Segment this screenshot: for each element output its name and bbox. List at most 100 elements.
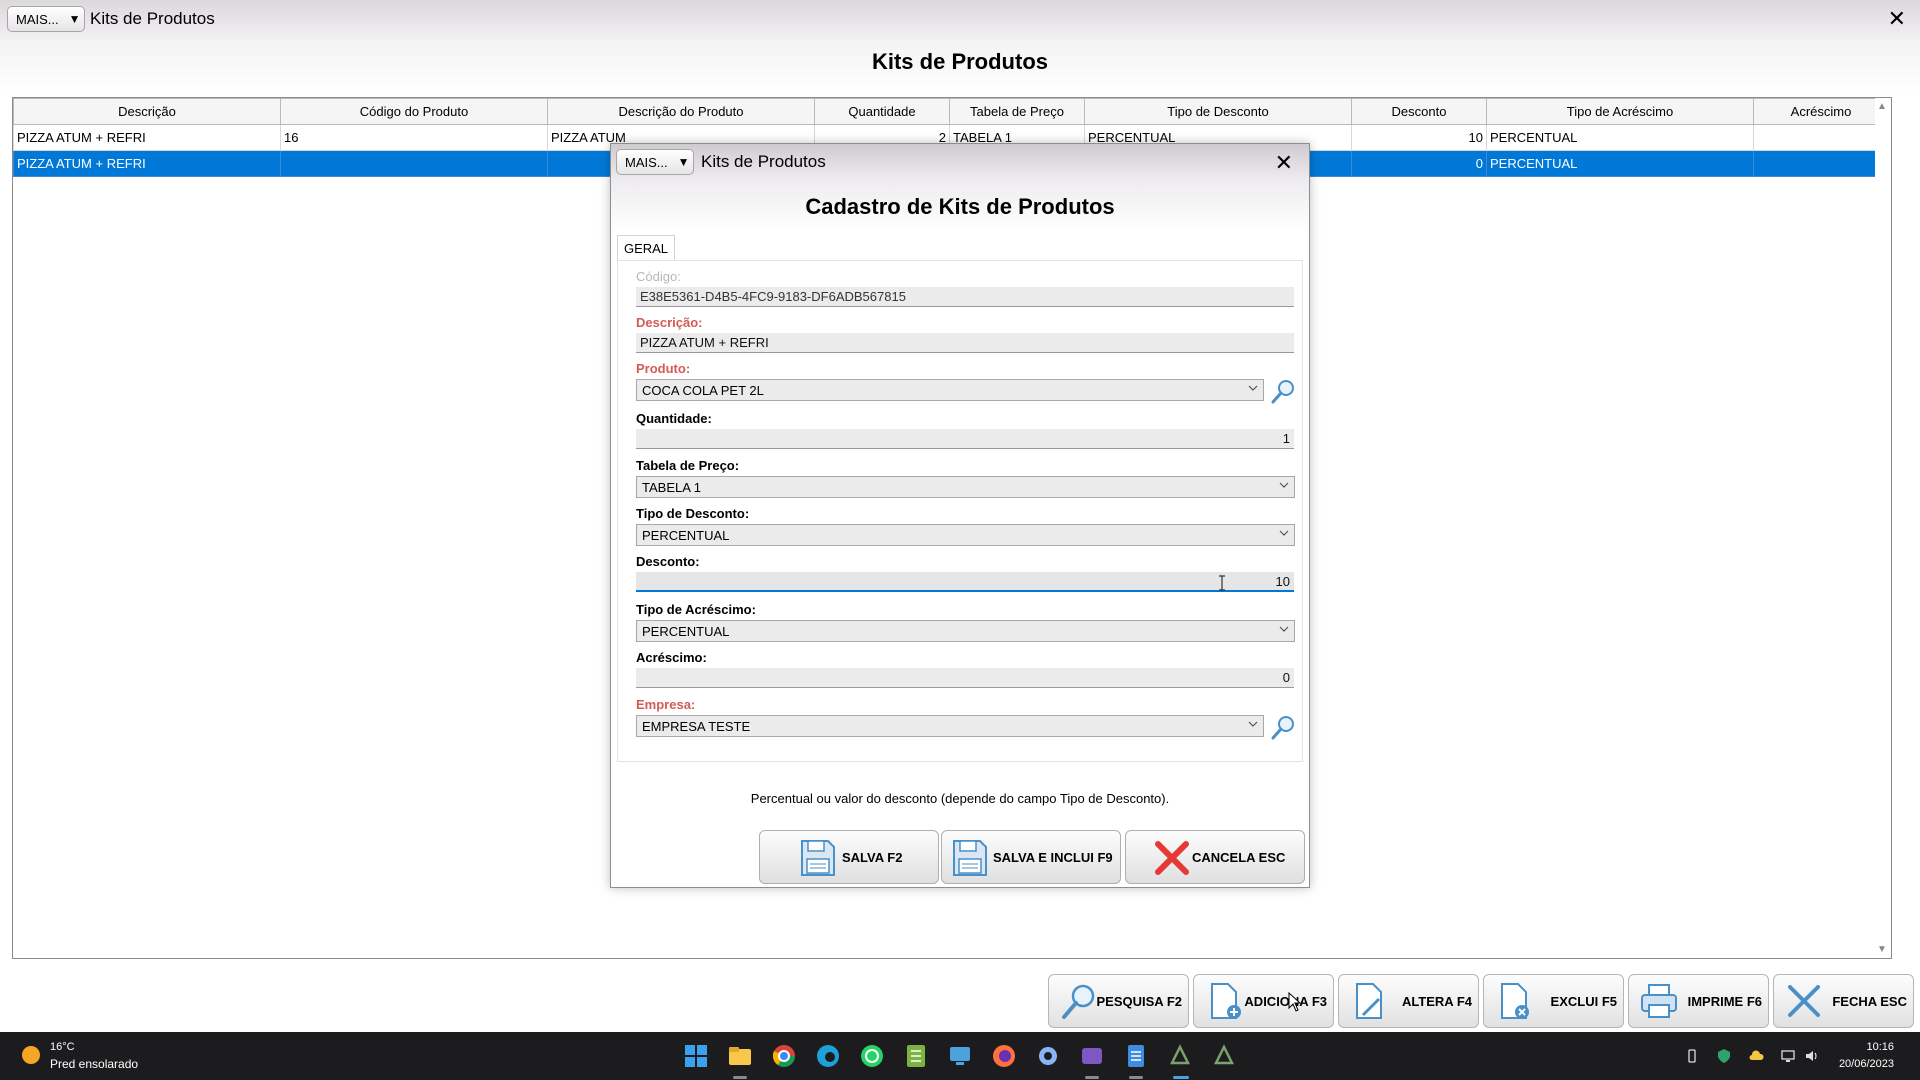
tabela-select[interactable]: TABELA 1 xyxy=(636,476,1295,498)
column-header[interactable]: Tipo de Acréscimo xyxy=(1486,98,1754,125)
empresa-value: EMPRESA TESTE xyxy=(642,719,751,734)
save-and-new-button[interactable]: SALVA E INCLUI F9 xyxy=(941,830,1121,884)
column-header[interactable]: Descrição do Produto xyxy=(547,98,815,125)
chrome-icon[interactable] xyxy=(771,1043,797,1069)
tipo-acrescimo-value: PERCENTUAL xyxy=(642,624,730,639)
table-cell: 10 xyxy=(1351,124,1487,151)
scroll-up-icon[interactable]: ▲ xyxy=(1877,101,1887,112)
add-button[interactable]: ADICIONA F3 xyxy=(1193,974,1334,1028)
weather-temperature[interactable]: 16°C xyxy=(50,1041,75,1053)
empresa-search-icon[interactable] xyxy=(1270,714,1296,740)
weather-description[interactable]: Pred ensolarado xyxy=(50,1057,138,1071)
kit-dialog: MAIS... ▼ Kits de Produtos ✕ Cadastro de… xyxy=(610,143,1310,888)
mais-menu-button[interactable]: MAIS... ▼ xyxy=(7,6,85,32)
file-explorer-icon[interactable] xyxy=(727,1043,753,1069)
volume-icon[interactable] xyxy=(1804,1048,1820,1064)
cancel-button-label: CANCELA ESC xyxy=(1192,850,1286,865)
tipo-desconto-label: Tipo de Desconto: xyxy=(636,506,750,521)
desconto-label: Desconto: xyxy=(636,554,700,569)
cancel-button[interactable]: CANCELA ESC xyxy=(1125,830,1305,884)
column-header[interactable]: Desconto xyxy=(1351,98,1487,125)
save-and-new-label: SALVA E INCLUI F9 xyxy=(993,850,1113,865)
codigo-label: Código: xyxy=(636,269,681,284)
column-header[interactable]: Tipo de Desconto xyxy=(1084,98,1352,125)
spreadsheet-app-icon[interactable] xyxy=(903,1043,929,1069)
quantidade-field[interactable]: 1 xyxy=(636,429,1294,449)
security-shield-icon[interactable] xyxy=(1716,1048,1732,1064)
descricao-label: Descrição: xyxy=(636,315,703,330)
clock-date[interactable]: 20/06/2023 xyxy=(1839,1058,1894,1070)
produto-search-icon[interactable] xyxy=(1270,378,1296,404)
cancel-x-icon xyxy=(1155,841,1189,875)
cloud-sync-icon[interactable] xyxy=(1748,1048,1764,1064)
close-button[interactable]: FECHA ESC xyxy=(1773,974,1914,1028)
usb-device-icon[interactable] xyxy=(1684,1048,1700,1064)
table-cell: PERCENTUAL xyxy=(1486,124,1754,151)
edge-icon[interactable] xyxy=(815,1043,841,1069)
settings-gear-icon[interactable] xyxy=(1035,1043,1061,1069)
save-button[interactable]: SALVA F2 xyxy=(759,830,939,884)
printer-icon xyxy=(1641,984,1677,1018)
column-header[interactable]: Tabela de Preço xyxy=(949,98,1085,125)
descricao-field[interactable]: PIZZA ATUM + REFRI xyxy=(636,333,1294,353)
weather-sun-icon[interactable] xyxy=(20,1044,42,1066)
grid-scrollbar[interactable]: ▲ ▼ xyxy=(1875,98,1891,958)
print-button[interactable]: IMPRIME F6 xyxy=(1628,974,1769,1028)
close-window-icon[interactable]: ✕ xyxy=(1888,8,1906,30)
notepad-icon[interactable] xyxy=(1123,1043,1149,1069)
search-button[interactable]: PESQUISA F2 xyxy=(1048,974,1189,1028)
start-windows-icon[interactable] xyxy=(683,1043,709,1069)
clock-time[interactable]: 10:16 xyxy=(1866,1041,1894,1053)
tipo-acrescimo-label: Tipo de Acréscimo: xyxy=(636,602,756,617)
active-indicator xyxy=(1173,1076,1189,1079)
chevron-down-icon xyxy=(1248,385,1258,391)
table-cell: PIZZA ATUM + REFRI xyxy=(13,124,281,151)
tipo-desconto-value: PERCENTUAL xyxy=(642,528,730,543)
produto-value: COCA COLA PET 2L xyxy=(642,383,764,398)
tab-geral[interactable]: GERAL xyxy=(617,235,675,261)
running-indicator xyxy=(1129,1076,1143,1079)
codigo-field[interactable]: E38E5361-D4B5-4FC9-9183-DF6ADB567815 xyxy=(636,287,1294,307)
produto-label: Produto: xyxy=(636,361,691,376)
scroll-down-icon[interactable]: ▼ xyxy=(1877,944,1887,955)
delete-button[interactable]: EXCLUI F5 xyxy=(1483,974,1624,1028)
tipo-desconto-select[interactable]: PERCENTUAL xyxy=(636,524,1295,546)
table-cell xyxy=(280,150,548,177)
table-cell: PIZZA ATUM + REFRI xyxy=(13,150,281,177)
field-hint: Percentual ou valor do desconto (depende… xyxy=(750,791,1170,806)
erp-app-icon[interactable] xyxy=(1211,1043,1237,1069)
tabela-label: Tabela de Preço: xyxy=(636,458,740,473)
remote-desktop-icon[interactable] xyxy=(947,1043,973,1069)
column-header[interactable]: Acréscimo xyxy=(1753,98,1889,125)
dialog-title: Kits de Produtos xyxy=(701,152,826,171)
acrescimo-field[interactable]: 0 xyxy=(636,668,1294,688)
table-cell: 16 xyxy=(280,124,548,151)
window-title: Kits de Produtos xyxy=(90,9,215,28)
dialog-close-icon[interactable]: ✕ xyxy=(1275,152,1293,174)
table-cell: 0 xyxy=(1753,124,1889,151)
delete-button-label: EXCLUI F5 xyxy=(1550,993,1617,1009)
print-button-label: IMPRIME F6 xyxy=(1687,993,1762,1009)
edit-button[interactable]: ALTERA F4 xyxy=(1338,974,1479,1028)
chevron-down-icon xyxy=(1279,626,1289,632)
empresa-select[interactable]: EMPRESA TESTE xyxy=(636,715,1264,737)
produto-select[interactable]: COCA COLA PET 2L xyxy=(636,379,1264,401)
tipo-acrescimo-select[interactable]: PERCENTUAL xyxy=(636,620,1295,642)
save-disk-icon xyxy=(953,840,987,876)
add-document-icon xyxy=(1211,983,1241,1019)
whatsapp-icon[interactable] xyxy=(859,1043,885,1069)
column-header[interactable]: Código do Produto xyxy=(280,98,548,125)
edit-button-label: ALTERA F4 xyxy=(1401,993,1472,1009)
chevron-down-icon xyxy=(1279,482,1289,488)
column-header[interactable]: Descrição xyxy=(13,98,281,125)
network-icon[interactable] xyxy=(1780,1048,1796,1064)
column-header[interactable]: Quantidade xyxy=(814,98,950,125)
table-header-row: Descrição Código do Produto Descrição do… xyxy=(13,98,1889,125)
media-player-icon[interactable] xyxy=(1079,1043,1105,1069)
dialog-mais-menu-button[interactable]: MAIS... ▼ xyxy=(616,149,694,175)
erp-app-icon[interactable] xyxy=(1167,1043,1193,1069)
firefox-icon[interactable] xyxy=(991,1043,1017,1069)
dropdown-arrow-icon: ▼ xyxy=(68,12,81,26)
desconto-field[interactable]: 10 xyxy=(636,572,1294,592)
mais-label: MAIS... xyxy=(16,11,59,27)
